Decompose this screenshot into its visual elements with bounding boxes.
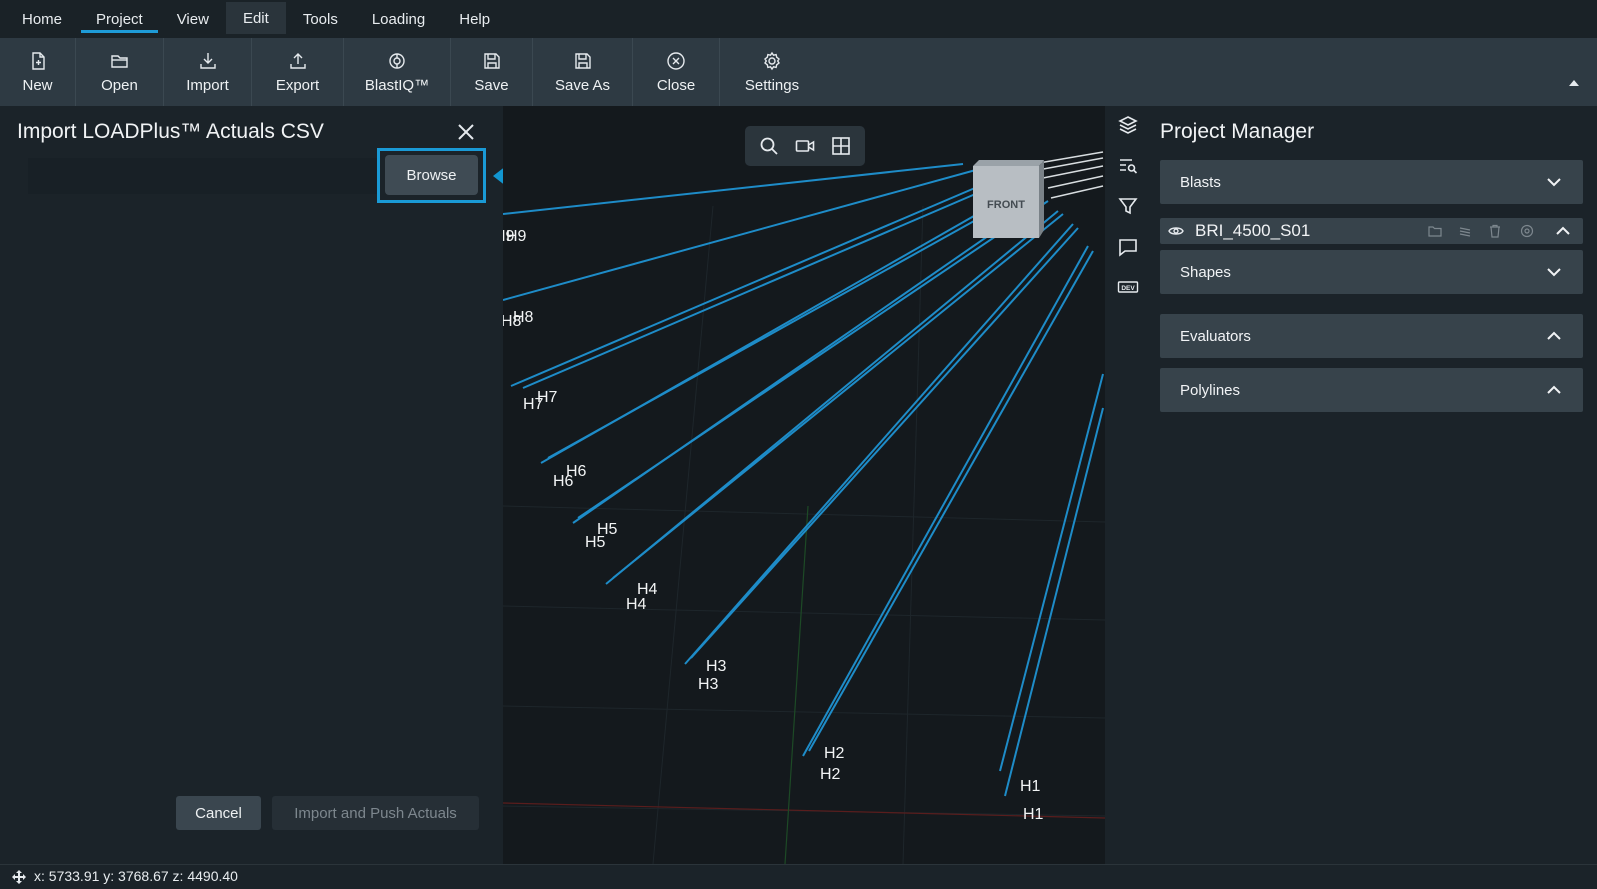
shapes-label: Shapes (1180, 263, 1231, 281)
3d-viewport[interactable]: FRONT H9 H9 H8 H8 H7 H7 H6 H6 H5 H5 H4 H… (503, 106, 1105, 864)
open-button[interactable]: Open (76, 38, 164, 106)
new-label: New (22, 77, 53, 94)
blasts-section-header[interactable]: Blasts (1160, 160, 1583, 204)
save-button[interactable]: Save (451, 38, 533, 106)
menu-project[interactable]: Project (79, 0, 160, 38)
hole-label: H3 (698, 676, 719, 693)
nav-cube[interactable]: FRONT (971, 158, 1046, 238)
chevron-up-icon[interactable] (1547, 383, 1561, 397)
cancel-button[interactable]: Cancel (176, 796, 261, 830)
status-bar: x: 5733.91 y: 3768.67 z: 4490.40 (0, 864, 1597, 889)
collapse-ribbon-icon[interactable] (1569, 80, 1579, 86)
gear-icon (764, 51, 780, 71)
save-icon (483, 53, 500, 69)
polylines-section-header[interactable]: Polylines (1160, 368, 1583, 412)
import-button[interactable]: Import (164, 38, 252, 106)
save-as-button[interactable]: Save As (533, 38, 633, 106)
close-project-button[interactable]: Close (633, 38, 720, 106)
shapes-section-header[interactable]: Shapes (1160, 250, 1583, 294)
menu-edit[interactable]: Edit (225, 2, 286, 34)
hole-label: H8 (513, 309, 534, 326)
blast-item-row[interactable]: BRI_4500_S01 (1160, 218, 1583, 244)
hole-label: H5 (597, 521, 618, 538)
hole-label: H4 (626, 596, 647, 613)
menu-loading[interactable]: Loading (355, 0, 442, 38)
chevron-down-icon[interactable] (1547, 265, 1561, 279)
file-path-input[interactable] (28, 158, 378, 194)
blast-name: BRI_4500_S01 (1195, 221, 1311, 240)
new-button[interactable]: New (0, 38, 76, 106)
search-list-icon[interactable] (1117, 155, 1139, 177)
project-manager-title: Project Manager (1160, 120, 1315, 143)
menu-view[interactable]: View (160, 0, 226, 38)
blasts-label: Blasts (1180, 173, 1221, 191)
trash-icon[interactable] (1488, 224, 1502, 238)
open-label: Open (101, 77, 138, 94)
layers-small-icon[interactable] (1458, 224, 1472, 238)
new-file-icon (31, 52, 45, 70)
hole-label: H2 (824, 745, 845, 762)
settings-button[interactable]: Settings (720, 38, 824, 106)
settings-label: Settings (744, 77, 800, 94)
chevron-down-icon[interactable] (1547, 175, 1561, 189)
menu-home[interactable]: Home (0, 0, 79, 38)
evaluators-section-header[interactable]: Evaluators (1160, 314, 1583, 358)
hole-label: H1 (1020, 778, 1041, 795)
cursor-coordinates: x: 5733.91 y: 3768.67 z: 4490.40 (34, 868, 238, 884)
nav-cube-front: FRONT (987, 199, 1025, 211)
gear-small-icon[interactable] (1520, 224, 1534, 238)
menu-tools[interactable]: Tools (286, 0, 355, 38)
svg-text:DEV: DEV (1121, 285, 1135, 292)
dialog-title: Import LOADPlus™ Actuals CSV (17, 120, 324, 143)
import-icon (199, 53, 216, 69)
filter-icon[interactable] (1117, 195, 1139, 217)
project-manager-panel: Project Manager Blasts BRI_4500_S01 Shap… (1150, 106, 1597, 864)
blastiq-label: BlastIQ™ (364, 77, 430, 94)
export-icon (289, 53, 306, 69)
blastiq-icon (389, 53, 405, 69)
import-push-actuals-button[interactable]: Import and Push Actuals (272, 796, 479, 830)
panel-icon-strip: DEV (1105, 106, 1150, 864)
blastiq-button[interactable]: BlastIQ™ (344, 38, 451, 106)
browse-button[interactable]: Browse (385, 155, 478, 195)
menu-help[interactable]: Help (442, 0, 507, 38)
search-icon[interactable] (759, 136, 779, 156)
crosshair-icon (12, 870, 26, 884)
folder-icon[interactable] (1428, 224, 1442, 238)
export-button[interactable]: Export (252, 38, 344, 106)
close-icon[interactable] (457, 123, 475, 141)
save-as-label: Save As (554, 77, 611, 94)
chevron-up-icon[interactable] (1556, 224, 1570, 238)
hole-label: H1 (1023, 806, 1044, 823)
import-dialog: Import LOADPlus™ Actuals CSV Browse 3 Ca… (2, 106, 559, 864)
import-label: Import (186, 77, 229, 94)
hole-label: H9 (506, 228, 527, 245)
comment-icon[interactable] (1117, 236, 1139, 258)
layers-icon[interactable] (1117, 114, 1139, 136)
chevron-up-icon[interactable] (1547, 329, 1561, 343)
eye-icon[interactable] (1168, 224, 1184, 238)
polylines-label: Polylines (1180, 381, 1241, 399)
folder-open-icon (110, 55, 128, 68)
hole-label: H7 (537, 389, 558, 406)
menu-bar: Home Project View Edit Tools Loading Hel… (0, 0, 1597, 38)
view-toolbar (745, 126, 865, 166)
camera-icon[interactable] (795, 136, 815, 156)
close-circle-icon (667, 52, 685, 70)
hole-label: H6 (566, 463, 587, 480)
close-label: Close (656, 77, 696, 94)
evaluators-label: Evaluators (1180, 327, 1251, 345)
save-label: Save (474, 77, 509, 94)
dev-icon[interactable]: DEV (1117, 276, 1139, 298)
hole-label: H3 (706, 658, 727, 675)
ribbon-toolbar: New Open Import Export BlastIQ™ Save Sav… (0, 38, 1597, 106)
grid-layout-icon[interactable] (831, 136, 851, 156)
export-label: Export (275, 77, 320, 94)
save-as-icon (574, 53, 591, 69)
hole-label: H2 (820, 766, 841, 783)
